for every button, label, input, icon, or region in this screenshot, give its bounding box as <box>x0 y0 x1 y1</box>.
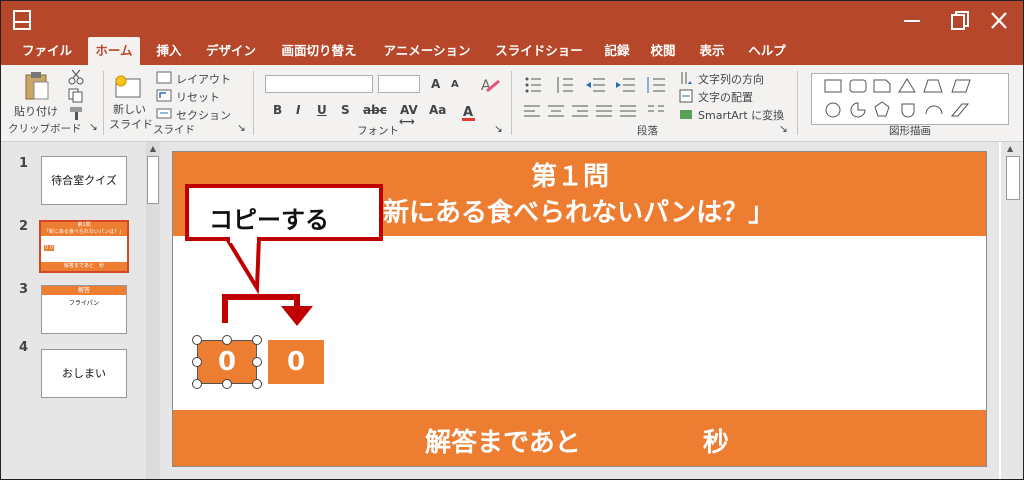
callout-text: コピーする <box>209 206 329 234</box>
callout-tail-join <box>230 233 257 243</box>
callout-tail <box>222 235 262 295</box>
callout-bubble: コピーする <box>185 184 383 241</box>
copy-arrowhead-icon <box>281 306 313 326</box>
annotation-overlay <box>222 235 313 326</box>
powerpoint-window: ファイル ホーム 挿入 デザイン 画面切り替え アニメーション スライドショー … <box>0 0 1024 480</box>
